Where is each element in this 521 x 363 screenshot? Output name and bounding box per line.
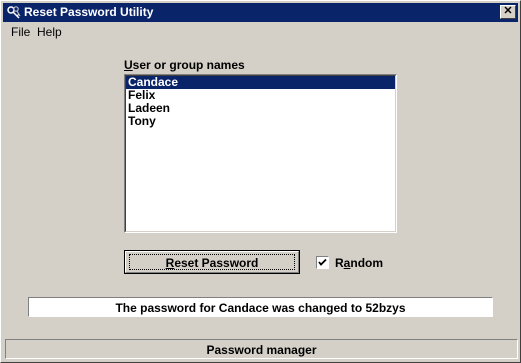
status-bar-text: Password manager bbox=[206, 343, 317, 357]
checkmark-icon bbox=[318, 258, 327, 266]
random-checkbox[interactable] bbox=[316, 256, 329, 269]
list-item[interactable]: Candace bbox=[126, 76, 395, 89]
status-bar: Password manager bbox=[5, 339, 518, 359]
status-message: The password for Candace was changed to … bbox=[115, 301, 406, 315]
users-label-mnemonic: U bbox=[124, 58, 133, 72]
reset-button-label: Reset Password bbox=[125, 256, 299, 270]
users-listbox[interactable]: Candace Felix Ladeen Tony bbox=[124, 74, 397, 233]
list-item[interactable]: Ladeen bbox=[126, 102, 395, 115]
keys-icon bbox=[6, 5, 22, 20]
close-button[interactable]: ✕ bbox=[500, 5, 516, 19]
random-label-start: R bbox=[335, 256, 344, 270]
window-title: Reset Password Utility bbox=[24, 5, 154, 19]
reset-password-button[interactable]: Reset Password bbox=[124, 250, 300, 274]
random-label-end: ndom bbox=[350, 256, 384, 270]
users-list-label: User or group names bbox=[124, 58, 245, 72]
list-item[interactable]: Tony bbox=[126, 115, 395, 128]
users-label-text: ser or group names bbox=[132, 58, 245, 72]
reset-mnemonic: R bbox=[165, 256, 175, 270]
reset-label-text: eset Password bbox=[174, 256, 259, 270]
menu-bar: File Help bbox=[3, 23, 518, 41]
menu-help[interactable]: Help bbox=[31, 25, 68, 39]
random-checkbox-label[interactable]: Random bbox=[335, 256, 383, 270]
title-bar[interactable]: Reset Password Utility ✕ bbox=[3, 3, 518, 22]
status-message-field: The password for Candace was changed to … bbox=[28, 297, 493, 317]
close-icon: ✕ bbox=[503, 5, 513, 17]
app-window: Reset Password Utility ✕ File Help User … bbox=[0, 0, 521, 363]
users-listbox-inner: Candace Felix Ladeen Tony bbox=[125, 75, 396, 232]
